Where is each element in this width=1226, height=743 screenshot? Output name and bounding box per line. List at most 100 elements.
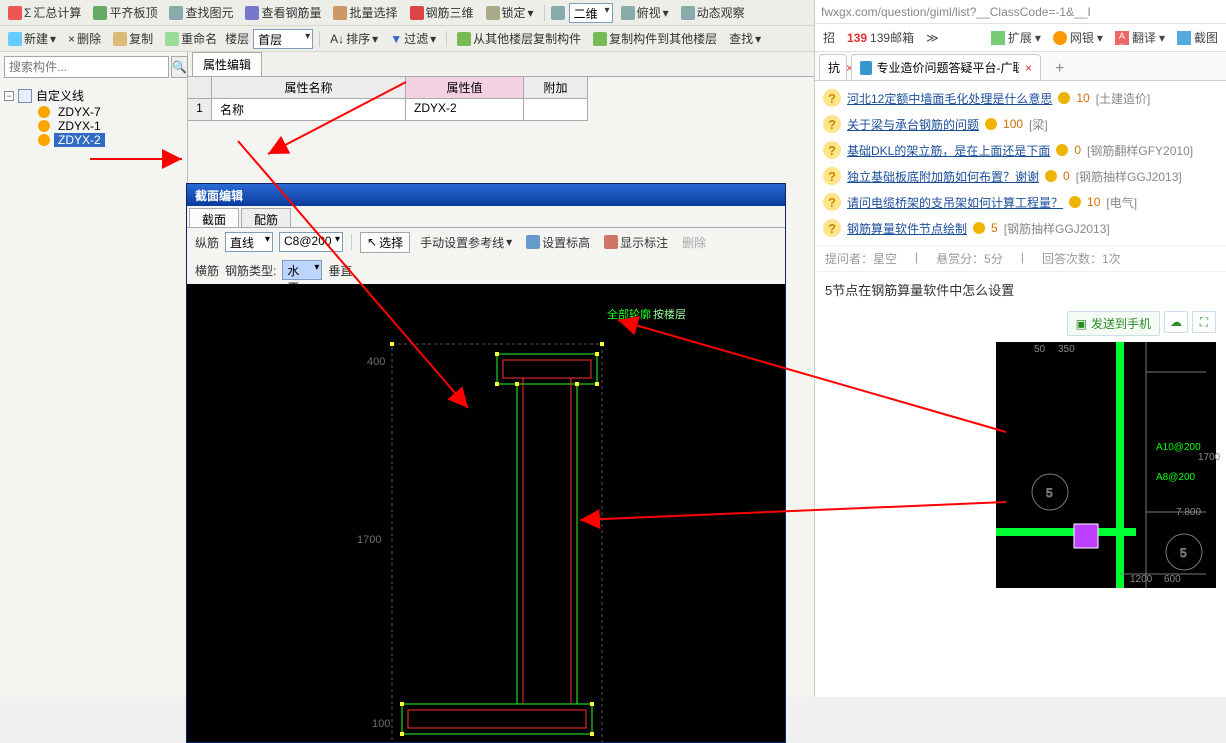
qa-link[interactable]: 河北12定额中墙面毛化处理是什么意思 <box>847 90 1052 107</box>
new-tab-btn[interactable]: + <box>1045 58 1074 80</box>
fullscreen-btn[interactable]: ⛶ <box>1192 311 1216 333</box>
tab-section[interactable]: 截面 <box>189 208 239 227</box>
qa-link[interactable]: 请问电缆桥架的支吊架如何计算工程量？ <box>847 194 1063 211</box>
coin-icon <box>1058 92 1070 104</box>
screenshot-btn[interactable]: 截图 <box>1177 29 1218 46</box>
prop-tab[interactable]: 属性编辑 <box>192 52 262 76</box>
cloud-btn[interactable]: ☁ <box>1164 311 1188 333</box>
coin-icon <box>1045 170 1057 182</box>
ext-btn[interactable]: 扩展 ▾ <box>991 29 1041 46</box>
copyfrom-btn[interactable]: 从其他楼层复制构件 <box>453 29 585 48</box>
component-tree: − 自定义线 ZDYX-7 ZDYX-1 ZDYX-2 <box>0 82 187 151</box>
set-elev-btn[interactable]: 设置标高 <box>522 233 594 252</box>
batch-sel-btn[interactable]: 批量选择 <box>329 3 401 22</box>
qa-item[interactable]: ?关于梁与承台钢筋的问题100[梁] <box>815 111 1226 137</box>
cursor-icon: ↖ <box>367 235 377 249</box>
search-btn[interactable]: 查找 ▾ <box>725 29 765 48</box>
search-icon: 🔍 <box>172 60 187 74</box>
close-icon[interactable]: × <box>1025 61 1032 75</box>
coin-icon <box>973 222 985 234</box>
line-type-dropdown[interactable]: 直线 <box>225 232 273 252</box>
tree-search-button[interactable]: 🔍 <box>171 56 188 78</box>
root-label: 自定义线 <box>36 87 84 104</box>
show-dim-btn[interactable]: 显示标注 <box>600 233 672 252</box>
toolbar-row-2: 新建 ▾ × 删除 复制 重命名 楼层 首层 A↓ 排序 ▾ ▼ 过滤 ▾ 从其… <box>0 26 814 52</box>
question-icon: ? <box>823 141 841 159</box>
copyto-btn[interactable]: 复制构件到其他楼层 <box>589 29 721 48</box>
qa-item[interactable]: ?请问电缆桥架的支吊架如何计算工程量？10[电气] <box>815 189 1226 215</box>
qa-link[interactable]: 关于梁与承台钢筋的问题 <box>847 116 979 133</box>
qa-item[interactable]: ?独立基础板底附加筋如何布置？谢谢0[钢筋抽样GGJ2013] <box>815 163 1226 189</box>
dyn-obs-btn[interactable]: 动态观察 <box>677 3 749 22</box>
rename-btn[interactable]: 重命名 <box>161 29 221 48</box>
tree-search-input[interactable] <box>4 56 169 78</box>
browser-tab-1[interactable]: 抗× <box>819 54 847 80</box>
collapse-icon[interactable]: − <box>4 91 14 101</box>
flatten-btn[interactable]: 平齐板顶 <box>89 3 161 22</box>
floor-label: 楼层 <box>225 30 249 47</box>
send-phone-btn[interactable]: ▣发送到手机 <box>1067 311 1160 336</box>
address-bar[interactable]: fwxgx.com/question/giml/list?__ClassCode… <box>815 0 1226 24</box>
filter-btn[interactable]: ▼ 过滤 ▾ <box>386 29 440 48</box>
ref-spec: A10@200 <box>1156 442 1201 453</box>
browser-tab-2[interactable]: 专业造价问题答疑平台-广联达× <box>851 54 1041 80</box>
question-icon: ? <box>823 167 841 185</box>
delete-btn[interactable]: × 删除 <box>64 29 105 48</box>
sum-lbl: 汇总计算 <box>33 4 81 21</box>
qa-link[interactable]: 基础DKL的架立筋，是在上面还是下面 <box>847 142 1050 159</box>
view-ico1[interactable] <box>551 6 565 20</box>
ref-dim: 600 <box>1164 574 1181 585</box>
tree-root[interactable]: − 自定义线 <box>2 86 185 105</box>
prop-name-cell[interactable]: 名称 <box>212 99 406 121</box>
dim-dropdown[interactable]: 二维 <box>569 3 613 23</box>
lock-btn[interactable]: 锁定 ▾ <box>482 3 538 22</box>
ctrl-row-1: 纵筋 直线 C8@200 ↖选择 手动设置参考线 ▾ 设置标高 显示标注 删除 <box>187 228 785 256</box>
reward: 悬赏分：5分 <box>936 250 1003 267</box>
expand-icon: ⛶ <box>1200 315 1208 330</box>
sum-calc-btn[interactable]: Σ 汇总计算 <box>4 3 85 22</box>
rebar-type-dropdown[interactable]: 水平 <box>282 260 322 280</box>
reference-image[interactable]: 5 5 50 350 A10@200 A8@200 1700 7.800 120… <box>996 342 1216 588</box>
qa-item[interactable]: ?基础DKL的架立筋，是在上面还是下面0[钢筋翻样GFY2010] <box>815 137 1226 163</box>
ref-dim: 350 <box>1058 344 1075 355</box>
manual-ref-btn[interactable]: 手动设置参考线 ▾ <box>416 233 516 252</box>
tree-item-zdyx7[interactable]: ZDYX-7 <box>2 105 185 119</box>
prop-extra-cell[interactable] <box>524 99 588 121</box>
mail-link[interactable]: 139139邮箱 <box>847 29 914 46</box>
ref-dim: 50 <box>1034 344 1045 355</box>
qa-item[interactable]: ?钢筋算量软件节点绘制5[钢筋抽样GGJ2013] <box>815 215 1226 241</box>
item-icon <box>38 134 50 146</box>
qa-item[interactable]: ?河北12定额中墙面毛化处理是什么意思10[土建造价] <box>815 85 1226 111</box>
tab-favorite[interactable]: 招 <box>823 29 835 46</box>
prop-value-cell[interactable]: ZDYX-2 <box>406 99 524 121</box>
ref-dim: 1200 <box>1130 574 1152 585</box>
select-btn[interactable]: ↖选择 <box>360 232 410 253</box>
side-view-btn[interactable]: 俯视 ▾ <box>617 3 673 22</box>
dialog-titlebar[interactable]: 截面编辑 <box>187 184 785 206</box>
property-grid: 属性名称 属性值 附加 1 名称 ZDYX-2 <box>188 76 814 121</box>
tree-item-zdyx1[interactable]: ZDYX-1 <box>2 119 185 133</box>
floor-dropdown[interactable]: 首层 <box>253 29 313 49</box>
sort-btn[interactable]: A↓ 排序 ▾ <box>326 29 382 48</box>
rebar-spec-dropdown[interactable]: C8@200 <box>279 232 343 252</box>
new-btn[interactable]: 新建 ▾ <box>4 29 60 48</box>
qa-link[interactable]: 钢筋算量软件节点绘制 <box>847 220 967 237</box>
copy-btn[interactable]: 复制 <box>109 29 157 48</box>
tree-item-zdyx2[interactable]: ZDYX-2 <box>2 133 185 147</box>
question-icon: ? <box>823 219 841 237</box>
translate-btn[interactable]: Aあ翻译 ▾ <box>1115 29 1165 46</box>
qa-link[interactable]: 独立基础板底附加筋如何布置？谢谢 <box>847 168 1039 185</box>
question-icon: ? <box>823 193 841 211</box>
bank-btn[interactable]: 网银 ▾ <box>1053 29 1103 46</box>
section-canvas[interactable]: 全部轮廓 按楼层 400 1700 100 <box>187 284 785 742</box>
question-icon: ? <box>823 89 841 107</box>
workspace: 🔍 − 自定义线 ZDYX-7 ZDYX-1 ZDYX-2 属性编辑 属性名称 … <box>0 52 814 697</box>
url-text: fwxgx.com/question/giml/list?__ClassCode… <box>821 5 1091 19</box>
tab-rebar[interactable]: 配筋 <box>241 208 291 227</box>
prop-head-value: 属性值 <box>406 77 524 99</box>
find-elem-btn[interactable]: 查找图元 <box>165 3 237 22</box>
rebar-qty-btn[interactable]: 查看钢筋量 <box>241 3 325 22</box>
delete-ref-btn[interactable]: 删除 <box>678 233 710 252</box>
rebar3d-btn[interactable]: 钢筋三维 <box>406 3 478 22</box>
chevron-more[interactable]: ≫ <box>926 31 939 45</box>
